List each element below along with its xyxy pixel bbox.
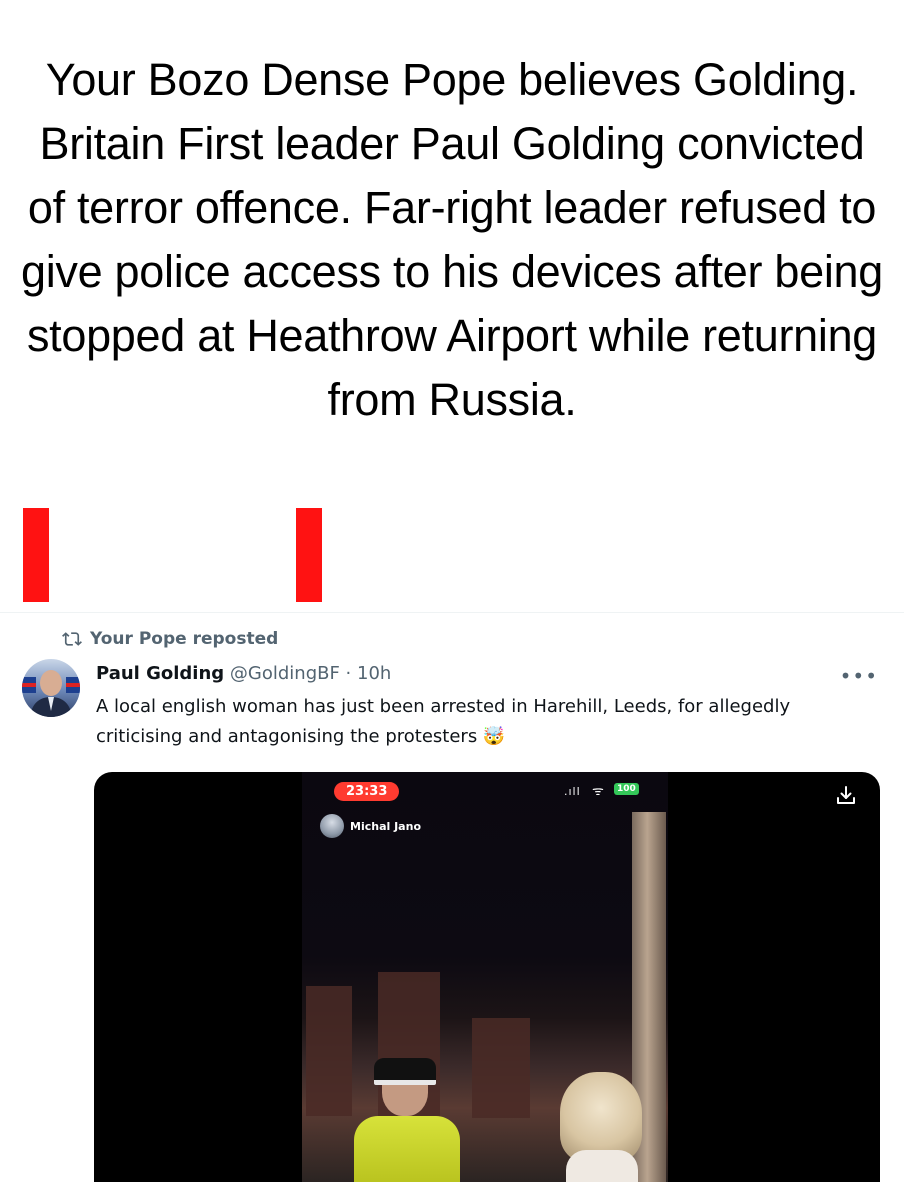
police-officer-figure [354,1058,460,1182]
signal-icon: .ıll [564,785,581,798]
background-house [472,1018,530,1118]
woman-hair [560,1072,642,1162]
battery-icon: 100 [614,783,639,795]
avatar-image [22,670,80,717]
download-icon[interactable] [834,784,858,808]
author-name[interactable]: Paul Golding [96,663,224,684]
tweet-card[interactable]: Your Pope reposted Paul Golding @Golding… [0,612,904,1200]
woman-body [566,1150,638,1182]
video-time-badge: 23:33 [334,782,400,801]
exclamation-bar [296,508,322,602]
uploader-name: Michal Jano [350,819,421,833]
uploader-avatar [320,814,344,838]
author-handle-time[interactable]: @GoldingBF · 10h [230,663,391,684]
tweet-media-video[interactable]: 23:33 .ıll ᯤ 100 Michal Jano [94,772,880,1182]
headline-text: Your Bozo Dense Pope believes Golding. B… [21,54,883,425]
wifi-icon: ᯤ [592,784,604,799]
officer-cap [374,1058,436,1085]
repost-indicator[interactable]: Your Pope reposted [62,629,278,649]
repost-icon [62,632,82,646]
tweet-text: A local english woman has just been arre… [96,696,791,747]
more-dots-icon[interactable]: ••• [840,664,878,688]
video-frame[interactable]: 23:33 .ıll ᯤ 100 Michal Jano [302,772,668,1182]
background-house [306,986,352,1116]
author-avatar[interactable] [22,659,80,717]
video-uploader: Michal Jano [320,814,421,838]
woman-figure [560,1072,642,1182]
repost-label: Your Pope reposted [90,629,279,649]
tweet-header: Paul Golding @GoldingBF · 10h [96,662,391,686]
exclamation-bar [23,508,49,602]
officer-vest [354,1116,460,1182]
